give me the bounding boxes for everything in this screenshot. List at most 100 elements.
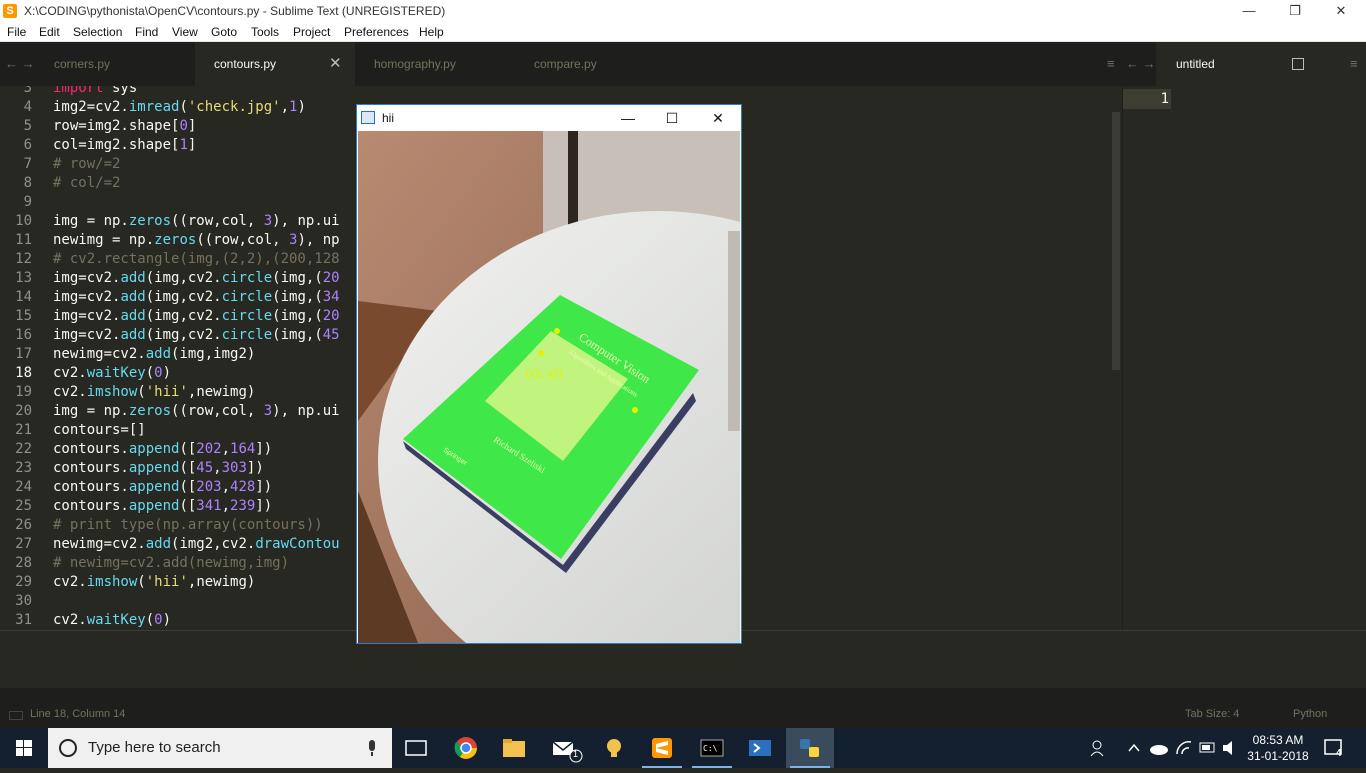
code-token: (img,( xyxy=(272,289,323,305)
minimize-button[interactable]: — xyxy=(1226,0,1272,22)
restore-button[interactable]: ❐ xyxy=(1272,0,1318,22)
windows-icon xyxy=(16,740,32,756)
notification-count: 4 xyxy=(1336,748,1342,759)
onedrive-icon[interactable] xyxy=(1148,728,1170,768)
menu-selection[interactable]: Selection xyxy=(73,25,122,39)
svg-text:C:\: C:\ xyxy=(703,744,718,753)
code-token: append xyxy=(128,441,180,457)
code-token: contours. xyxy=(53,498,129,514)
battery-icon[interactable] xyxy=(1198,728,1218,768)
cv-close-button[interactable]: ✕ xyxy=(695,105,741,131)
close-button[interactable]: ✕ xyxy=(1318,0,1364,22)
search-placeholder: Type here to search xyxy=(88,739,221,756)
cv-maximize-button[interactable]: ☐ xyxy=(649,105,695,131)
opencv-title-bar[interactable]: hii — ☐ ✕ xyxy=(357,105,741,131)
code-text: img2=cv2.imread('check.jpg',1) xyxy=(53,99,306,115)
tab-corners[interactable]: corners.py xyxy=(40,42,195,86)
code-token: 'hii' xyxy=(145,574,188,590)
sublime-text-icon[interactable] xyxy=(638,728,686,768)
line-number: 4 xyxy=(23,99,32,115)
pane-nav-arrows-icon[interactable]: ← → xyxy=(1126,42,1156,86)
window-title: X:\CODING\pythonista\OpenCV\contours.py … xyxy=(24,4,446,18)
code-token: ] xyxy=(187,118,197,134)
powershell-icon[interactable] xyxy=(736,728,784,768)
code-text: cv2.waitKey(0) xyxy=(53,365,171,381)
code-token: img = np. xyxy=(53,403,129,419)
wifi-icon[interactable] xyxy=(1174,728,1194,768)
code-token: img=cv2. xyxy=(53,289,121,305)
code-text: contours.append([202,164]) xyxy=(53,441,272,457)
coordinate-label: (x2, y2) xyxy=(526,368,563,380)
line-number: 20 xyxy=(15,403,32,419)
sublime-app-icon: S xyxy=(3,4,17,18)
people-icon[interactable] xyxy=(1088,728,1110,768)
code-line[interactable]: 3 import sys xyxy=(0,86,1110,99)
code-text: cv2.imshow('hii',newimg) xyxy=(53,574,255,590)
tab-homography[interactable]: homography.py xyxy=(355,42,515,86)
tab-list-icon[interactable]: ≡ xyxy=(1350,42,1358,86)
menu-project[interactable]: Project xyxy=(293,25,330,39)
unsaved-indicator-icon[interactable] xyxy=(1292,58,1304,70)
code-token: zeros xyxy=(154,232,197,248)
window-app-icon xyxy=(361,111,375,124)
syntax-indicator[interactable]: Python xyxy=(1293,708,1327,720)
opencv-window[interactable]: hii — ☐ ✕ Computer Vision Algorithms and… xyxy=(356,104,742,644)
python-icon[interactable] xyxy=(786,728,834,768)
code-token: imshow xyxy=(86,574,138,590)
code-token: ([ xyxy=(179,441,197,457)
code-token: img=cv2. xyxy=(53,308,121,324)
code-token: circle xyxy=(221,289,273,305)
line-number: 1 xyxy=(1123,89,1171,109)
file-explorer-icon[interactable] xyxy=(490,728,538,768)
menu-file[interactable]: File xyxy=(7,25,26,39)
action-center-icon[interactable]: 4 xyxy=(1322,728,1346,768)
code-token: ) xyxy=(162,612,172,628)
tab-size-indicator[interactable]: Tab Size: 4 xyxy=(1185,708,1239,720)
code-token: waitKey xyxy=(86,612,146,628)
line-number: 28 xyxy=(15,555,32,571)
tab-compare[interactable]: compare.py xyxy=(515,42,675,86)
code-token: (img,cv2. xyxy=(145,289,222,305)
microphone-icon[interactable] xyxy=(364,728,380,768)
tab-list-icon[interactable]: ≡ xyxy=(1107,42,1115,86)
editor-scrollbar[interactable] xyxy=(1112,112,1120,370)
menu-goto[interactable]: Goto xyxy=(211,25,237,39)
line-number: 26 xyxy=(15,517,32,533)
chevron-up-icon[interactable] xyxy=(1126,728,1142,768)
code-text: img=cv2.add(img,cv2.circle(img,(45 xyxy=(53,327,340,343)
code-token: 239 xyxy=(230,498,256,514)
opencv-image: Computer Vision Algorithms and Applicati… xyxy=(358,131,740,643)
menu-find[interactable]: Find xyxy=(135,25,158,39)
menu-edit[interactable]: Edit xyxy=(39,25,60,39)
tips-icon[interactable] xyxy=(590,728,638,768)
volume-icon[interactable] xyxy=(1220,728,1240,768)
right-editor-pane[interactable]: 1 xyxy=(1122,86,1366,630)
menu-tools[interactable]: Tools xyxy=(251,25,279,39)
line-number: 6 xyxy=(23,137,32,153)
code-token: ]) xyxy=(255,441,273,457)
tab-close-icon[interactable]: ✕ xyxy=(329,42,342,86)
tab-nav-arrows-icon[interactable]: ← → xyxy=(5,42,35,86)
command-prompt-icon[interactable]: C:\ xyxy=(688,728,736,768)
start-button[interactable] xyxy=(0,728,48,768)
code-token: 303 xyxy=(221,460,247,476)
code-token: circle xyxy=(221,308,273,324)
code-text: # print type(np.array(contours)) xyxy=(53,517,323,533)
chrome-icon[interactable] xyxy=(442,728,490,768)
mail-icon[interactable]: 1 xyxy=(540,728,588,768)
code-token: newimg=cv2. xyxy=(53,346,146,362)
cv-minimize-button[interactable]: — xyxy=(605,105,651,131)
clock[interactable]: 08:53 AM 31-01-2018 xyxy=(1242,732,1314,764)
taskbar-search-box[interactable]: Type here to search xyxy=(48,728,392,768)
code-text: newimg=cv2.add(img,img2) xyxy=(53,346,255,362)
code-token: ([ xyxy=(179,460,197,476)
line-number: 25 xyxy=(15,498,32,514)
menu-view[interactable]: View xyxy=(172,25,198,39)
code-token: 3 xyxy=(263,213,273,229)
menu-preferences[interactable]: Preferences xyxy=(344,25,409,39)
menu-help[interactable]: Help xyxy=(419,25,444,39)
code-token: (img,cv2. xyxy=(145,327,222,343)
code-token: ( xyxy=(179,99,188,115)
task-view-icon[interactable] xyxy=(392,728,440,768)
panel-toggle-icon[interactable] xyxy=(9,711,23,720)
